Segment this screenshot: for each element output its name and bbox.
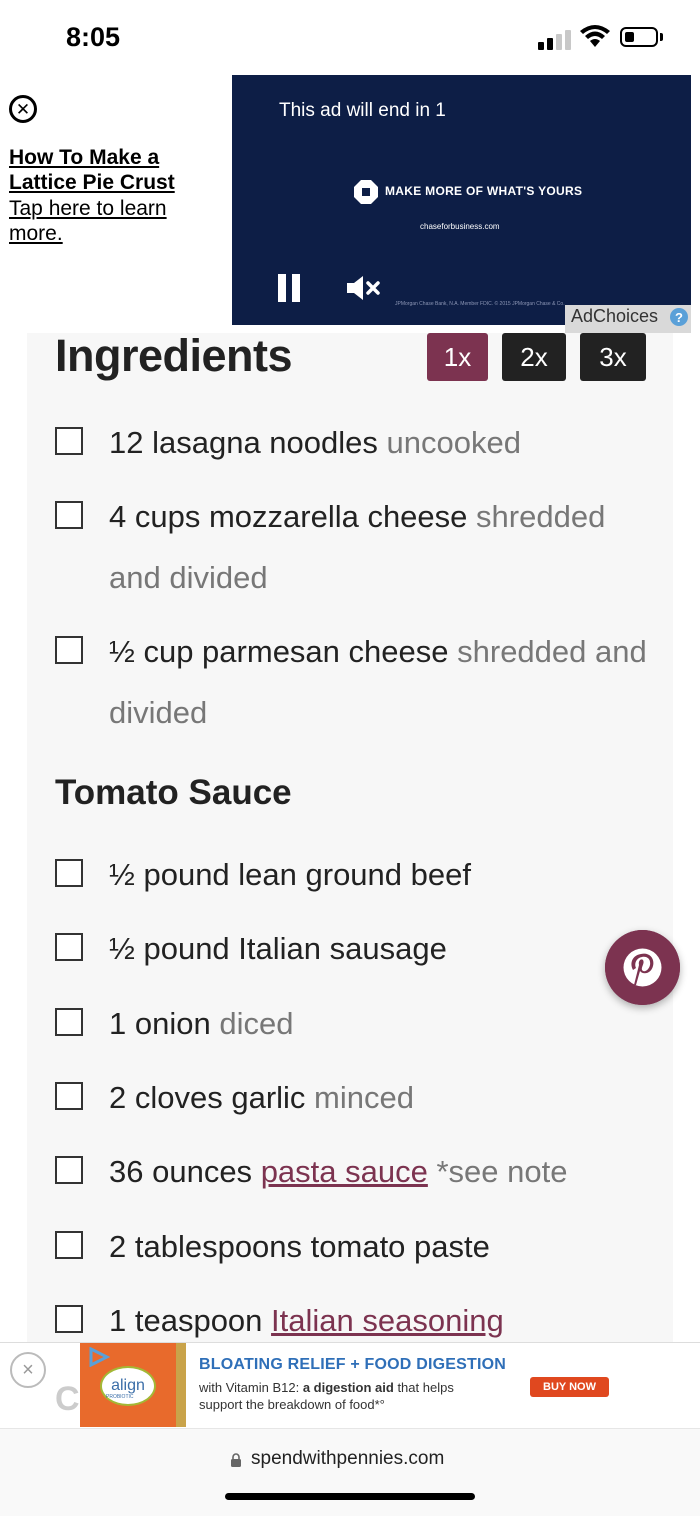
mute-icon[interactable] (345, 274, 381, 302)
buy-now-button[interactable]: BUY NOW (530, 1377, 609, 1397)
ingredient-checkbox[interactable] (55, 933, 83, 961)
ad-fineprint: JPMorgan Chase Bank, N.A. Member FDIC. ©… (395, 301, 565, 307)
product-stripe (176, 1343, 186, 1427)
ad-learn-more-link[interactable]: Tap here to learn more. (9, 196, 224, 246)
home-indicator[interactable] (225, 1493, 475, 1500)
ingredient-checkbox[interactable] (55, 1008, 83, 1036)
ingredient-checkbox[interactable] (55, 1231, 83, 1259)
ad-url: chaseforbusiness.com (420, 222, 500, 231)
align-logo-sub: PROBIOTIC (106, 1394, 134, 1400)
pinterest-icon[interactable] (605, 930, 680, 1005)
ingredient-checkbox[interactable] (55, 1305, 83, 1333)
adchoices-icon[interactable] (88, 1347, 110, 1367)
ad-headline[interactable]: How To Make a Lattice Pie Crust (9, 145, 224, 195)
svg-text:?: ? (675, 310, 683, 325)
bottom-ad-copy[interactable]: with Vitamin B12: a digestion aid that h… (199, 1379, 489, 1413)
adchoices-icon[interactable]: ? (666, 305, 690, 329)
ingredient-text: 1 onion diced (109, 1006, 294, 1041)
scale-1x-button[interactable]: 1x (427, 333, 488, 381)
browser-address-bar[interactable] (0, 1428, 700, 1516)
pasta-sauce-link[interactable]: pasta sauce (261, 1154, 428, 1189)
close-icon[interactable]: ✕ (9, 95, 37, 123)
adchoices-label[interactable]: AdChoices (571, 306, 658, 327)
ingredient-text: 4 cups mozzarella cheese shredded and di… (109, 499, 606, 595)
ingredient-text: ½ cup parmesan cheese shredded and divid… (109, 634, 647, 730)
ingredient-checkbox[interactable] (55, 636, 83, 664)
battery-icon (620, 27, 658, 47)
italian-seasoning-link[interactable]: Italian seasoning (271, 1303, 504, 1338)
bottom-ad-headline[interactable]: BLOATING RELIEF + FOOD DIGESTION (199, 1356, 506, 1374)
pause-icon[interactable] (278, 274, 302, 302)
next-section-peek: C (55, 1380, 80, 1418)
close-icon[interactable]: × (10, 1352, 46, 1388)
ingredient-checkbox[interactable] (55, 427, 83, 455)
ingredient-text: ½ pound Italian sausage (109, 931, 447, 966)
scale-3x-button[interactable]: 3x (580, 333, 646, 381)
ingredient-checkbox[interactable] (55, 859, 83, 887)
ad-tagline: MAKE MORE OF WHAT'S YOURS (385, 184, 583, 198)
ingredient-checkbox[interactable] (55, 1156, 83, 1184)
ingredient-checkbox[interactable] (55, 501, 83, 529)
chase-logo-icon (354, 180, 378, 204)
scale-2x-button[interactable]: 2x (502, 333, 566, 381)
url-text[interactable]: spendwithpennies.com (251, 1448, 444, 1470)
lock-icon (231, 1453, 241, 1467)
ingredient-text: 2 cloves garlic minced (109, 1080, 414, 1115)
status-time: 8:05 (66, 22, 121, 52)
align-logo: align (100, 1366, 156, 1406)
cellular-signal-icon (538, 28, 572, 50)
battery-tip (660, 33, 663, 41)
ingredient-text: 12 lasagna noodles uncooked (109, 425, 521, 460)
ingredient-checkbox[interactable] (55, 1082, 83, 1110)
ingredient-text: 36 ounces pasta sauce *see note (109, 1154, 568, 1189)
ad-countdown: This ad will end in 1 (279, 100, 446, 121)
ingredient-text: 2 tablespoons tomato paste (109, 1229, 490, 1264)
ingredients-heading: Ingredients (55, 330, 293, 381)
wifi-icon (580, 25, 610, 47)
tomato-sauce-heading: Tomato Sauce (55, 773, 292, 812)
ingredient-text: ½ pound lean ground beef (109, 857, 471, 892)
